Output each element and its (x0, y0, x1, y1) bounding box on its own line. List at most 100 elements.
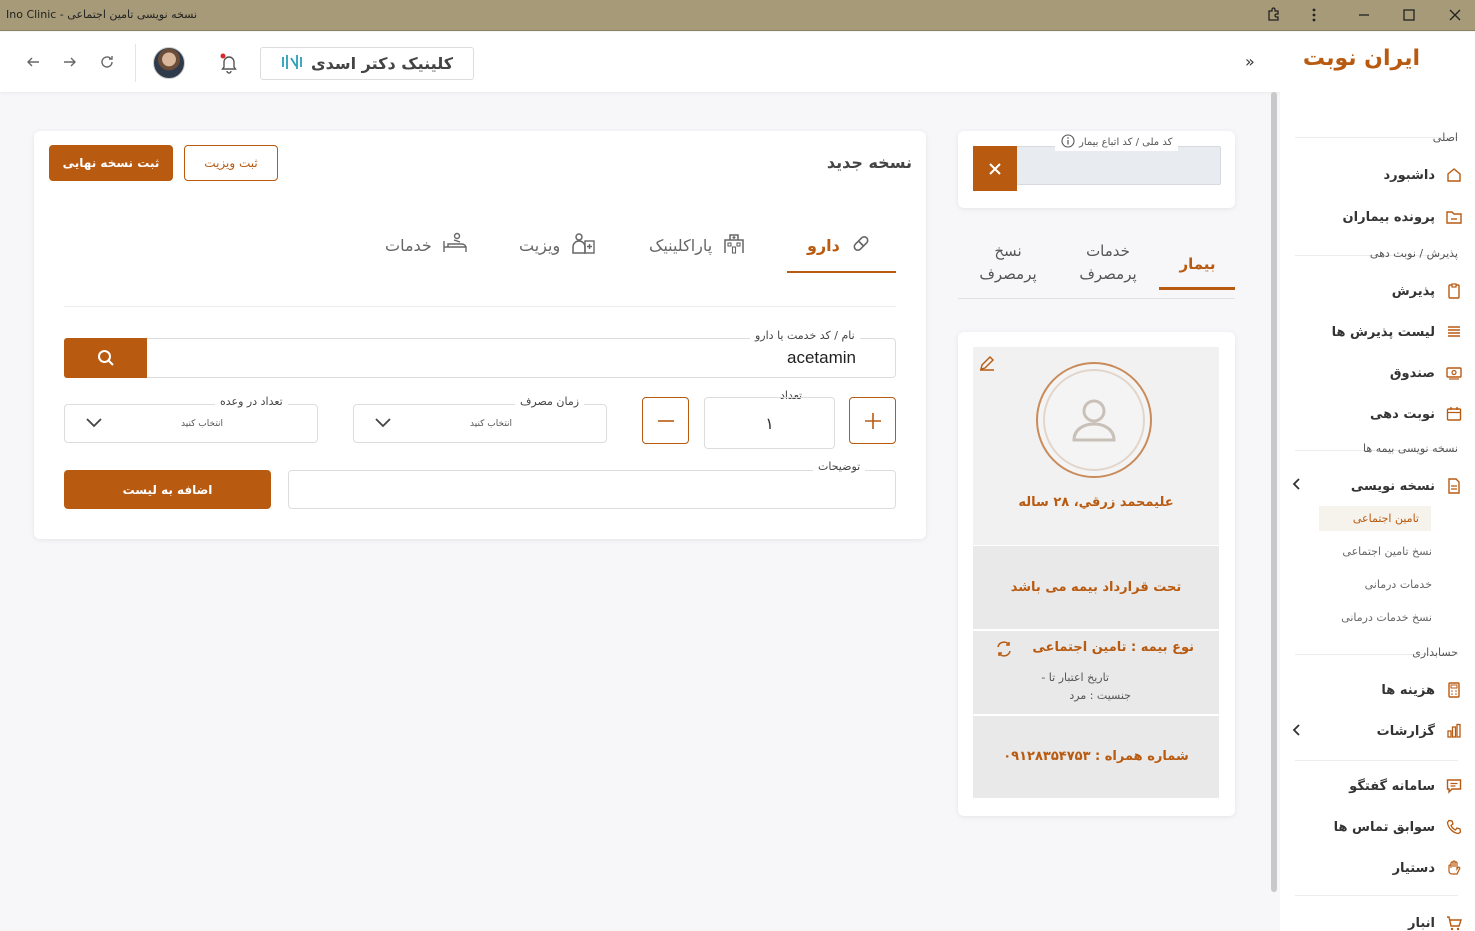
clinic-name: کلینیک دکتر اسدی (310, 54, 454, 73)
tab-frequent-prescriptions[interactable]: نسخ پرمصرف (970, 240, 1046, 285)
minus-icon (657, 419, 674, 422)
bar-chart-icon (1445, 722, 1463, 740)
hospital-icon (722, 232, 746, 258)
chevron-down-icon[interactable] (374, 417, 392, 433)
register-visit-button[interactable]: ثبت ویزیت (184, 145, 278, 181)
close-icon (989, 162, 1001, 175)
extension-icon[interactable] (1261, 4, 1287, 26)
refresh-insurance-icon[interactable] (995, 640, 1013, 662)
doctor-visit-icon (570, 232, 596, 258)
sidebar-item-label: صندوق (1389, 365, 1435, 381)
notification-bell-icon[interactable] (218, 52, 240, 78)
minimize-button[interactable] (1351, 4, 1377, 26)
drug-search-value: acetamin (787, 348, 856, 367)
tab-frequent-services[interactable]: خدمات پرمصرف (1070, 240, 1146, 285)
sidebar: اصلی داشبورد پرونده بیماران پذیرش / نوبت… (1280, 92, 1475, 931)
phone-icon (1445, 818, 1463, 836)
more-icon[interactable] (1301, 4, 1327, 26)
edit-icon[interactable] (978, 354, 996, 376)
sidebar-item-label: سامانه گفتگو (1349, 778, 1435, 794)
sidebar-item-warehouse[interactable]: انبار (1408, 914, 1463, 931)
back-icon[interactable] (23, 52, 43, 72)
tab-paraclinic-label: پاراکلینیک (649, 235, 713, 255)
sidebar-subitem-social-security[interactable]: تامین اجتماعی (1319, 506, 1431, 531)
sidebar-subitem-social-security-rx[interactable]: نسخ تامین اجتماعی (1342, 545, 1432, 558)
clear-id-button[interactable] (973, 146, 1017, 191)
tab-services[interactable]: خدمات (385, 232, 468, 258)
quantity-input[interactable]: ۱ (704, 397, 835, 449)
patient-phone: شماره همراه : ۰۹۱۲۸۳۵۴۷۵۳ (1003, 749, 1189, 764)
insurance-info-block: نوع بیمه : تامین اجتماعی تاریخ اعتبار تا… (973, 631, 1219, 714)
close-button[interactable] (1442, 4, 1468, 26)
sidebar-item-assistant[interactable]: دستیار (1393, 859, 1463, 877)
window-titlebar: Ino Clinic - نسخه نویسی تامین اجتماعی (0, 0, 1475, 31)
sidebar-item-call-history[interactable]: سوابق تماس ها (1334, 818, 1463, 836)
header-divider (135, 44, 136, 82)
description-input[interactable] (288, 470, 896, 509)
user-avatar[interactable] (153, 47, 185, 79)
window-title: Ino Clinic - نسخه نویسی تامین اجتماعی (6, 8, 198, 21)
quantity-increase-button[interactable] (849, 397, 896, 444)
sidebar-subitem-medical-services[interactable]: خدمات درمانی (1365, 578, 1432, 591)
page-title: نسخه جدید (826, 153, 912, 172)
insurance-type: نوع بیمه : تامین اجتماعی (1032, 640, 1194, 655)
sidebar-item-label: نسخه نویسی (1350, 478, 1435, 494)
sidebar-item-costs[interactable]: هزینه ها (1381, 681, 1463, 699)
sidebar-item-cashbox[interactable]: صندوق (1390, 364, 1463, 382)
add-to-list-button[interactable]: اضافه به لیست (64, 470, 271, 509)
sidebar-item-appointment[interactable]: نوبت دهی (1370, 405, 1463, 423)
document-icon (1445, 477, 1463, 495)
chevron-down-icon[interactable] (85, 417, 103, 433)
contract-status-text: تحت قرارداد بیمه می باشد (1010, 580, 1182, 595)
app-header: ایران نوبت » کلینیک دکتر اسدی (0, 32, 1475, 92)
sidebar-item-patients[interactable]: پرونده بیماران (1343, 208, 1463, 226)
sidebar-divider (1295, 895, 1458, 896)
description-label: توضیحات (813, 460, 866, 473)
sidebar-section-main: اصلی (1432, 131, 1458, 144)
per-dose-label: تعداد در وعده (215, 395, 288, 408)
forward-icon[interactable] (60, 52, 80, 72)
search-button[interactable] (64, 338, 147, 378)
national-id-label-text: کد ملی / کد اتباع بیمار (1079, 137, 1173, 148)
submit-final-prescription-button[interactable]: ثبت نسخه نهایی (49, 145, 173, 181)
sidebar-item-reception[interactable]: پذیرش (1392, 282, 1463, 300)
sidebar-item-reception-list[interactable]: لیست پذیرش ها (1332, 323, 1463, 341)
sidebar-item-label: انبار (1407, 915, 1435, 931)
sidebar-section-prescription: نسخه نویسی بیمه ها (1363, 442, 1458, 455)
sidebar-section-accounting: حسابداری (1412, 646, 1458, 659)
patient-tabs-divider (958, 298, 1235, 299)
tab-patient[interactable]: بیمار (1160, 253, 1235, 276)
main-tab-indicator (787, 271, 896, 273)
sidebar-section-reception: پذیرش / نوبت دهی (1369, 247, 1458, 260)
sidebar-item-label: هزینه ها (1381, 682, 1435, 698)
cart-icon (1445, 914, 1463, 931)
refresh-icon[interactable] (97, 52, 117, 72)
plus-icon (864, 412, 881, 429)
sidebar-item-label: گزارشات (1376, 723, 1435, 739)
quantity-decrease-button[interactable] (642, 397, 689, 444)
tab-visit[interactable]: ویزیت (519, 232, 596, 258)
app-logo[interactable]: ایران نوبت (1303, 46, 1420, 71)
home-icon (1445, 166, 1463, 184)
chevron-left-icon[interactable] (1292, 478, 1302, 493)
tab-paraclinic[interactable]: پاراکلینیک (649, 232, 746, 258)
hand-icon (1445, 859, 1463, 877)
sidebar-scrollbar[interactable] (1271, 92, 1277, 892)
chevron-left-icon[interactable] (1292, 724, 1302, 739)
national-id-input[interactable] (1016, 146, 1221, 185)
clinic-selector[interactable]: کلینیک دکتر اسدی (260, 47, 474, 80)
sidebar-item-label: لیست پذیرش ها (1331, 324, 1435, 340)
sidebar-item-chat[interactable]: سامانه گفتگو (1349, 777, 1463, 795)
clinic-icon (281, 54, 303, 74)
sidebar-item-reports[interactable]: گزارشات (1377, 722, 1463, 740)
sidebar-item-label: پذیرش (1391, 283, 1435, 299)
tab-drug[interactable]: دارو (807, 232, 872, 258)
patient-name-age: علیمحمد زرقي، ۲۸ ساله (1018, 495, 1174, 510)
main-tabs-divider (64, 306, 896, 307)
sidebar-item-dashboard[interactable]: داشبورد (1383, 166, 1463, 184)
sidebar-subitem-medical-services-rx[interactable]: نسخ خدمات درمانی (1341, 611, 1432, 624)
sidebar-item-prescription[interactable]: نسخه نویسی (1351, 477, 1463, 495)
medical-bed-icon (442, 232, 468, 258)
sidebar-collapse-icon[interactable]: » (1245, 52, 1255, 71)
maximize-button[interactable] (1396, 4, 1422, 26)
